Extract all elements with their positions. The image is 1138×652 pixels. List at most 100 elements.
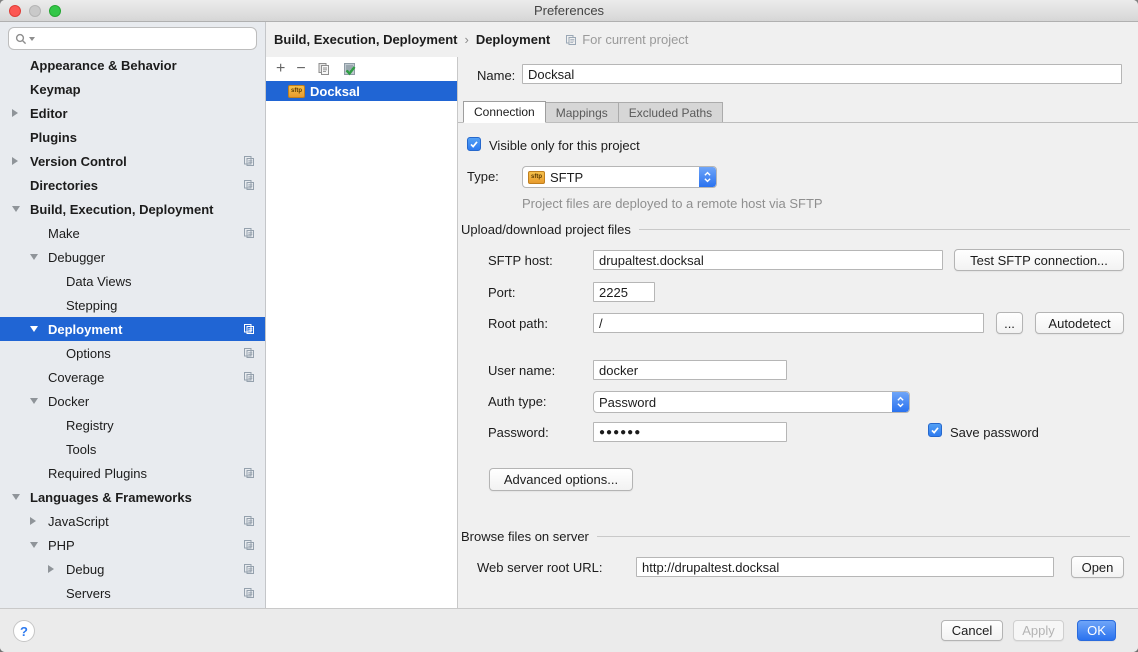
chevron-right-icon[interactable] bbox=[12, 157, 18, 165]
sidebar-item-servers[interactable]: Servers bbox=[0, 581, 265, 605]
visible-only-checkbox[interactable] bbox=[467, 137, 481, 151]
sidebar-item-options[interactable]: Options bbox=[0, 341, 265, 365]
test-connection-button[interactable]: Test SFTP connection... bbox=[954, 249, 1124, 271]
sidebar-item-label: Required Plugins bbox=[48, 466, 243, 481]
sidebar-item-version-control[interactable]: Version Control bbox=[0, 149, 265, 173]
name-field[interactable]: Docksal bbox=[522, 64, 1122, 84]
tab-connection[interactable]: Connection bbox=[463, 101, 546, 123]
sidebar-item-stepping[interactable]: Stepping bbox=[0, 293, 265, 317]
sidebar-item-label: Tools bbox=[66, 442, 265, 457]
root-path-field[interactable]: / bbox=[593, 313, 984, 333]
sidebar-item-label: Docker bbox=[48, 394, 265, 409]
sftp-icon: sftp bbox=[288, 85, 305, 98]
chevron-right-icon[interactable] bbox=[12, 109, 18, 117]
sidebar-item-docker[interactable]: Docker bbox=[0, 389, 265, 413]
chevron-down-icon[interactable] bbox=[30, 326, 38, 332]
sidebar-item-label: Deployment bbox=[48, 322, 243, 337]
sidebar-item-label: JavaScript bbox=[48, 514, 243, 529]
sftp-host-field[interactable]: drupaltest.docksal bbox=[593, 250, 943, 270]
search-input[interactable] bbox=[8, 27, 257, 50]
sidebar-item-data-views[interactable]: Data Views bbox=[0, 269, 265, 293]
sidebar-item-php[interactable]: PHP bbox=[0, 533, 265, 557]
breadcrumb-current: Deployment bbox=[476, 32, 550, 47]
add-server-icon[interactable]: + bbox=[276, 61, 285, 77]
port-field[interactable]: 2225 bbox=[593, 282, 655, 302]
apply-button[interactable]: Apply bbox=[1013, 620, 1064, 641]
chevron-right-icon[interactable] bbox=[30, 517, 36, 525]
select-stepper-icon bbox=[699, 167, 716, 187]
type-label: Type: bbox=[467, 169, 499, 184]
remove-server-icon[interactable]: − bbox=[296, 61, 305, 77]
sidebar-item-deployment[interactable]: Deployment bbox=[0, 317, 265, 341]
server-list-panel: + − bbox=[266, 57, 458, 608]
password-field[interactable]: ●●●●●● bbox=[593, 422, 787, 442]
sidebar-item-tools[interactable]: Tools bbox=[0, 437, 265, 461]
title-bar: Preferences bbox=[0, 0, 1138, 22]
sidebar-item-keymap[interactable]: Keymap bbox=[0, 77, 265, 101]
check-icon bbox=[468, 138, 480, 150]
chevron-down-icon[interactable] bbox=[12, 494, 20, 500]
save-password-label: Save password bbox=[950, 425, 1039, 440]
check-icon bbox=[929, 424, 941, 436]
for-current-project-icon bbox=[565, 34, 577, 46]
tab-excluded-paths[interactable]: Excluded Paths bbox=[618, 102, 723, 123]
for-current-project-icon bbox=[243, 155, 255, 167]
search-options-caret-icon[interactable] bbox=[29, 37, 35, 41]
select-stepper-icon bbox=[892, 392, 909, 412]
server-item-docksal[interactable]: sftp Docksal bbox=[266, 81, 457, 101]
browse-root-button[interactable]: ... bbox=[996, 312, 1023, 334]
sidebar-item-required-plugins[interactable]: Required Plugins bbox=[0, 461, 265, 485]
chevron-down-icon[interactable] bbox=[30, 542, 38, 548]
chevron-down-icon[interactable] bbox=[30, 254, 38, 260]
breadcrumb-separator: › bbox=[464, 32, 468, 47]
open-url-button[interactable]: Open bbox=[1071, 556, 1124, 578]
settings-sidebar: Appearance & Behavior KeymapEditorPlugins… bbox=[0, 22, 266, 608]
tab-mappings[interactable]: Mappings bbox=[545, 102, 619, 123]
sidebar-item-label: Languages & Frameworks bbox=[30, 490, 265, 505]
close-window-icon[interactable] bbox=[9, 5, 21, 17]
copy-server-icon[interactable] bbox=[317, 62, 331, 76]
breadcrumb-parent[interactable]: Build, Execution, Deployment bbox=[274, 32, 457, 47]
help-button[interactable]: ? bbox=[13, 620, 35, 642]
search-icon bbox=[15, 33, 27, 45]
sidebar-item-label: Debugger bbox=[48, 250, 265, 265]
zoom-window-icon[interactable] bbox=[49, 5, 61, 17]
sidebar-item-label: Make bbox=[48, 226, 243, 241]
breadcrumb: Build, Execution, Deployment › Deploymen… bbox=[266, 22, 1138, 57]
web-url-field[interactable]: http://drupaltest.docksal bbox=[636, 557, 1054, 577]
sidebar-item-label: Appearance & Behavior bbox=[30, 58, 265, 73]
chevron-down-icon[interactable] bbox=[30, 398, 38, 404]
sidebar-item-editor[interactable]: Editor bbox=[0, 101, 265, 125]
for-current-project-icon bbox=[243, 467, 255, 479]
auth-type-select[interactable]: Password bbox=[593, 391, 910, 413]
sidebar-item-coverage[interactable]: Coverage bbox=[0, 365, 265, 389]
sidebar-item-debug[interactable]: Debug bbox=[0, 557, 265, 581]
cancel-button[interactable]: Cancel bbox=[941, 620, 1003, 641]
chevron-right-icon[interactable] bbox=[48, 565, 54, 573]
type-select[interactable]: sftp SFTP bbox=[522, 166, 717, 188]
browse-section-header: Browse files on server bbox=[461, 529, 1130, 544]
sidebar-item-registry[interactable]: Registry bbox=[0, 413, 265, 437]
sidebar-item-build-execution-deployment[interactable]: Build, Execution, Deployment bbox=[0, 197, 265, 221]
for-current-project-icon bbox=[243, 347, 255, 359]
sidebar-item-javascript[interactable]: JavaScript bbox=[0, 509, 265, 533]
autodetect-button[interactable]: Autodetect bbox=[1035, 312, 1124, 334]
sidebar-item-label: Build, Execution, Deployment bbox=[30, 202, 265, 217]
save-password-checkbox[interactable] bbox=[928, 423, 942, 437]
sidebar-item-debugger[interactable]: Debugger bbox=[0, 245, 265, 269]
user-name-field[interactable]: docker bbox=[593, 360, 787, 380]
for-current-project-icon bbox=[243, 323, 255, 335]
advanced-options-button[interactable]: Advanced options... bbox=[489, 468, 633, 491]
sidebar-item-label: PHP bbox=[48, 538, 243, 553]
chevron-down-icon[interactable] bbox=[12, 206, 20, 212]
sidebar-item-plugins[interactable]: Plugins bbox=[0, 125, 265, 149]
sidebar-item-make[interactable]: Make bbox=[0, 221, 265, 245]
use-as-default-icon[interactable] bbox=[342, 62, 357, 77]
sidebar-item-directories[interactable]: Directories bbox=[0, 173, 265, 197]
tab-bar: ConnectionMappingsExcluded Paths bbox=[463, 101, 722, 123]
sidebar-item-appearance-behavior[interactable]: Appearance & Behavior bbox=[0, 53, 265, 77]
for-current-project-icon bbox=[243, 227, 255, 239]
ok-button[interactable]: OK bbox=[1077, 620, 1116, 641]
server-item-label: Docksal bbox=[310, 84, 360, 99]
sidebar-item-languages-frameworks[interactable]: Languages & Frameworks bbox=[0, 485, 265, 509]
